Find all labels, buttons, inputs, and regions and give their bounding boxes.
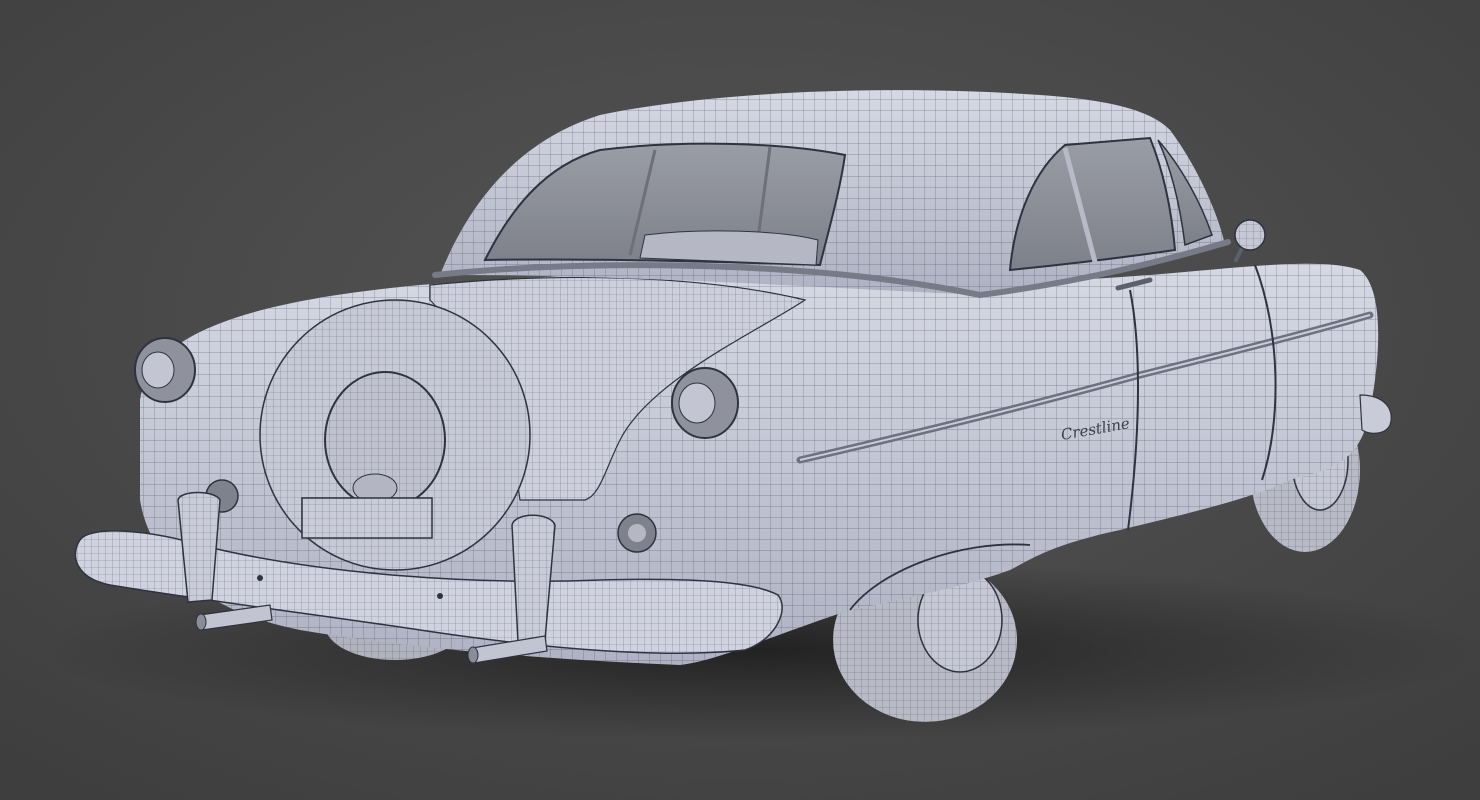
left-tail-light: [134, 337, 196, 403]
car-render: Crestline: [0, 0, 1480, 800]
right-tail-light: [671, 367, 739, 439]
render-viewport: Crestline: [0, 0, 1480, 800]
license-plate: [301, 497, 433, 539]
